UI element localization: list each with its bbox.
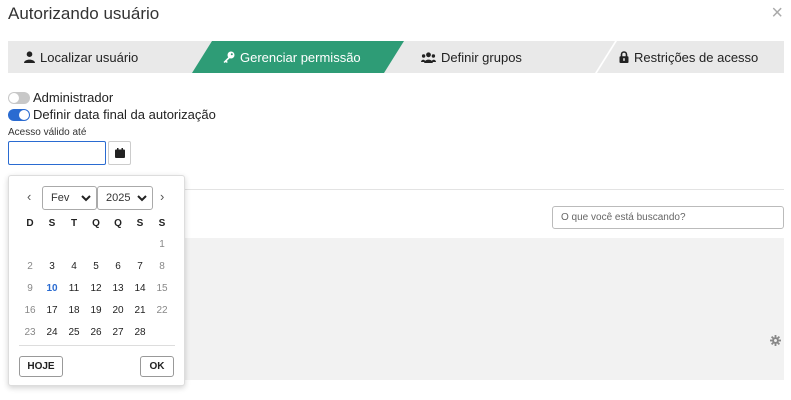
weekday-header: S: [136, 218, 144, 229]
modal-title: Autorizando usuário: [8, 4, 160, 23]
step-label: Localizar usuário: [40, 49, 139, 65]
calendar-day[interactable]: 7: [129, 261, 151, 272]
datepicker-popup: ‹ Fev 2025 › DSTQQSS 1 2 3 4 5 6 7 8 9 10 11 12 13 14…: [8, 175, 185, 386]
user-icon: [24, 51, 35, 63]
step-label: Restrições de acesso: [634, 49, 759, 65]
calendar-day[interactable]: 1: [151, 239, 173, 250]
calendar-icon: [114, 148, 125, 158]
lock-icon: [619, 51, 629, 63]
calendar-day[interactable]: 2: [19, 261, 41, 272]
month-value: Fev: [51, 192, 70, 204]
toggle-definir-data-final[interactable]: Definir data final da autorização: [8, 107, 216, 122]
calendar-day[interactable]: 25: [63, 327, 85, 338]
weekday-header: Q: [114, 218, 122, 229]
chevron-down-icon: [137, 195, 147, 202]
tab-definir-grupos[interactable]: Definir grupos: [421, 41, 522, 73]
calendar-day[interactable]: 10: [41, 283, 63, 294]
calendar-day[interactable]: 26: [85, 327, 107, 338]
key-icon: [223, 51, 235, 63]
calendar-day[interactable]: 11: [63, 283, 85, 294]
search-input[interactable]: [552, 206, 784, 229]
toggle-administrador[interactable]: Administrador: [8, 90, 113, 105]
tab-gerenciar-permissao[interactable]: Gerenciar permissão: [223, 41, 361, 73]
calendar-day[interactable]: 19: [85, 305, 107, 316]
next-month-button[interactable]: ›: [160, 189, 164, 204]
chevron-down-icon: [81, 195, 91, 202]
weekday-header: Q: [92, 218, 100, 229]
wizard-steps: Localizar usuário Gerenciar permissão De…: [8, 41, 784, 73]
tab-localizar-usuario[interactable]: Localizar usuário: [24, 41, 138, 73]
month-select[interactable]: Fev: [42, 186, 97, 210]
calendar-button[interactable]: [108, 141, 131, 165]
toggle-label: Definir data final da autorização: [33, 107, 216, 122]
calendar-day[interactable]: 21: [129, 305, 151, 316]
toggle-label: Administrador: [33, 90, 114, 105]
toggle-switch[interactable]: [8, 108, 30, 121]
calendar-day[interactable]: 24: [41, 327, 63, 338]
tab-restricoes-acesso[interactable]: Restrições de acesso: [619, 41, 758, 73]
calendar-day[interactable]: 3: [41, 261, 63, 272]
ok-button[interactable]: OK: [140, 356, 174, 377]
calendar-day[interactable]: 15: [151, 283, 173, 294]
access-date-input[interactable]: [8, 141, 106, 165]
step-label: Definir grupos: [441, 49, 522, 65]
access-valid-label: Acesso válido até: [8, 127, 87, 138]
calendar-day[interactable]: 17: [41, 305, 63, 316]
weekday-header: D: [26, 218, 34, 229]
calendar-day[interactable]: 12: [85, 283, 107, 294]
calendar-day[interactable]: 28: [129, 327, 151, 338]
calendar-day[interactable]: 6: [107, 261, 129, 272]
gear-icon[interactable]: [770, 335, 781, 346]
year-value: 2025: [106, 192, 131, 204]
calendar-day[interactable]: 22: [151, 305, 173, 316]
weekday-header: S: [158, 218, 166, 229]
close-icon[interactable]: ×: [771, 3, 783, 23]
prev-month-button[interactable]: ‹: [27, 189, 31, 204]
step-separator: [595, 41, 617, 73]
datepicker-divider: [19, 345, 175, 346]
step-label: Gerenciar permissão: [240, 49, 361, 65]
calendar-day[interactable]: 18: [63, 305, 85, 316]
year-select[interactable]: 2025: [97, 186, 153, 210]
calendar-day[interactable]: 9: [19, 283, 41, 294]
calendar-day[interactable]: 27: [107, 327, 129, 338]
calendar-day[interactable]: 13: [107, 283, 129, 294]
calendar-day[interactable]: 14: [129, 283, 151, 294]
calendar-day[interactable]: 16: [19, 305, 41, 316]
calendar-day[interactable]: 4: [63, 261, 85, 272]
calendar-day[interactable]: 20: [107, 305, 129, 316]
toggle-switch[interactable]: [8, 91, 30, 104]
calendar-day[interactable]: 23: [19, 327, 41, 338]
calendar-day[interactable]: 8: [151, 261, 173, 272]
users-icon: [421, 51, 436, 63]
weekday-header: T: [70, 218, 78, 229]
weekday-header: S: [48, 218, 56, 229]
calendar-day[interactable]: 5: [85, 261, 107, 272]
today-button[interactable]: HOJE: [19, 356, 63, 377]
